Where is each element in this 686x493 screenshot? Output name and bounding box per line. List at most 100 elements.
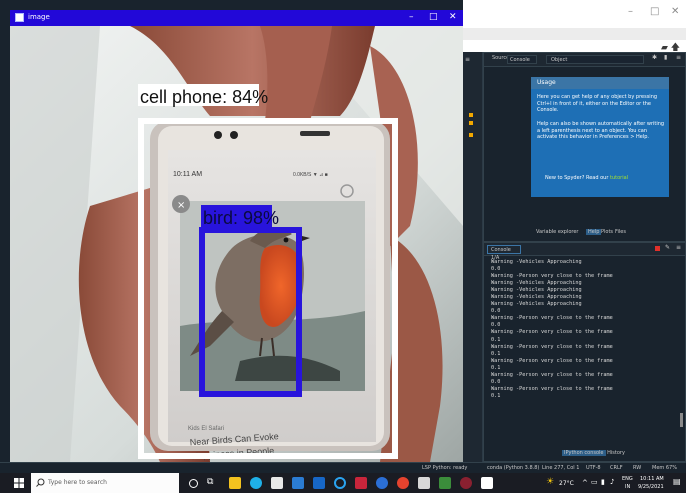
mail-icon[interactable] — [292, 477, 304, 489]
usage-title-bar: Usage — [531, 77, 669, 89]
tab-help[interactable]: Help — [586, 229, 602, 235]
word-icon[interactable] — [313, 477, 325, 489]
file-explorer-icon[interactable] — [229, 477, 241, 489]
object-input[interactable]: Object — [546, 55, 644, 64]
tray-chevron-icon[interactable]: ^ — [582, 479, 588, 487]
store-icon[interactable] — [271, 477, 283, 489]
spyder-status-bar: LSP Python: ready conda (Python 3.8.8) L… — [0, 462, 686, 473]
minimize-button[interactable]: – — [628, 6, 633, 17]
notification-icon[interactable]: ▤ — [673, 477, 681, 486]
warning-marker-icon — [469, 113, 473, 117]
tab-files[interactable]: Files — [615, 229, 626, 235]
tab-plots[interactable]: Plots — [601, 229, 613, 235]
volume-icon[interactable]: ♪ — [610, 478, 614, 486]
console-output[interactable]: Warning -Vehicles Approaching 0.0 Warning … — [491, 259, 671, 400]
maximize-button[interactable]: □ — [429, 12, 438, 22]
console-line: Warning -Vehicles Approaching — [491, 294, 582, 301]
source-dropdown[interactable]: Console — [507, 55, 537, 64]
console-tab[interactable]: Console 1/A — [487, 245, 521, 261]
close-button[interactable]: ✕ — [671, 6, 679, 17]
console-scrollbar[interactable] — [680, 413, 683, 427]
console-line: 0.1 — [491, 392, 501, 399]
console-line: Warning -Vehicles Approaching — [491, 259, 582, 265]
taskbar-search-box[interactable]: Type here to search — [31, 473, 179, 493]
weather-icon[interactable]: ☀ — [546, 477, 554, 487]
firefox-icon[interactable] — [397, 477, 409, 489]
tab-variable-explorer[interactable]: Variable explorer — [536, 229, 578, 235]
lock-icon[interactable]: ▮ — [664, 54, 667, 61]
wrench-icon[interactable]: ✎ — [665, 244, 670, 251]
console-line: Warning -Person very close to the frame — [491, 371, 613, 378]
console-menu-icon[interactable]: ≡ — [676, 244, 681, 251]
pane-menu-icon[interactable]: ≡ — [676, 54, 681, 61]
tutorial-link[interactable]: tutorial — [610, 175, 628, 181]
warning-marker-icon — [469, 133, 473, 137]
phone-time: 10:11 AM — [173, 171, 202, 178]
new-to-spyder-text: New to Spyder? Read our — [545, 175, 609, 181]
pocket-icon[interactable] — [355, 477, 367, 489]
console-pane: Console 1/A ✎ ≡ Warning -Vehicles Approa… — [483, 242, 686, 462]
console-line: 0.0 — [491, 266, 501, 273]
close-button[interactable]: ✕ — [449, 12, 457, 22]
console-line: Warning -Person very close to the frame — [491, 385, 613, 392]
help-header: Source Console Object ✱ ▮ ≡ — [484, 53, 685, 67]
search-placeholder: Type here to search — [48, 479, 107, 486]
camera-image: 10:11 AM 0.0KB/S ▼ ⊿ ■ × Kids El Safari … — [10, 26, 463, 462]
console-line: Warning -Person very close to the frame — [491, 343, 613, 350]
notepad-icon[interactable] — [418, 477, 430, 489]
bird-label: bird: 98% — [203, 208, 279, 228]
network-icon[interactable]: ▭ — [591, 478, 598, 486]
console-line: Warning -Person very close to the frame — [491, 329, 613, 336]
language-indicator[interactable]: ENG — [622, 476, 633, 482]
minimize-button[interactable]: – — [409, 12, 414, 22]
conda-status: conda (Python 3.8.8) — [487, 465, 540, 471]
phone-close-icon: × — [177, 200, 185, 211]
cell-phone-label: cell phone: 84% — [140, 87, 268, 107]
maximize-button[interactable]: □ — [650, 6, 659, 17]
battery-icon[interactable]: ▮ — [601, 478, 605, 486]
app-icon — [15, 13, 24, 22]
clock-time[interactable]: 10:11 AM — [640, 476, 664, 482]
image-window-title-bar: image – □ ✕ — [10, 10, 463, 26]
encoding-status: UTF-8 — [586, 465, 601, 471]
image-window: image – □ ✕ 10:11 AM 0.0KB/S ▼ ⊿ ■ × Kid… — [10, 10, 463, 462]
console-line: Warning -Person very close to the frame — [491, 315, 613, 322]
spyder-toolbar: ▰ 🡅 — [463, 40, 686, 53]
console-line: Warning -Vehicles Approaching — [491, 301, 582, 308]
cortana-ring-icon[interactable] — [334, 477, 346, 489]
eol-status: CRLF — [610, 465, 623, 471]
pin-icon[interactable]: ✱ — [652, 54, 657, 61]
usage-paragraph-2: Help can also be shown automatically aft… — [537, 121, 665, 140]
edge-icon[interactable] — [250, 477, 262, 489]
console-line: 0.1 — [491, 364, 501, 371]
spyder-icon[interactable] — [460, 477, 472, 489]
tab-ipython-console[interactable]: IPython console — [562, 450, 606, 456]
region-indicator: IN — [625, 484, 631, 490]
temperature: 27°C — [559, 480, 574, 487]
console-line: Warning -Person very close to the frame — [491, 273, 613, 280]
cursor-position: Line 277, Col 1 — [542, 465, 580, 471]
camera-frame: 10:11 AM 0.0KB/S ▼ ⊿ ■ × Kids El Safari … — [10, 26, 463, 462]
phone-status: 0.0KB/S ▼ ⊿ ■ — [293, 172, 328, 178]
windows-taskbar: Type here to search ⧉ ☀ 27°C ^ ▭ ▮ ♪ ENG… — [0, 473, 686, 493]
help-usage-card: Usage Here you can get help of any objec… — [531, 77, 669, 197]
windows-start-icon[interactable] — [14, 478, 24, 488]
console-header: Console 1/A ✎ ≡ — [484, 243, 685, 261]
object-label: Object — [551, 57, 568, 63]
chrome-icon[interactable] — [376, 477, 388, 489]
rw-status: RW — [633, 465, 642, 471]
sheets-icon[interactable] — [439, 477, 451, 489]
cortana-icon[interactable] — [189, 479, 198, 488]
lsp-status: LSP Python: ready — [422, 465, 468, 471]
spyder-menu-bar — [463, 28, 686, 40]
console-line: Warning -Vehicles Approaching — [491, 287, 582, 294]
stop-icon[interactable] — [655, 246, 660, 251]
tab-history[interactable]: History — [607, 450, 625, 456]
document-icon[interactable] — [481, 477, 493, 489]
clock-date[interactable]: 9/25/2021 — [638, 484, 664, 490]
editor-menu-icon[interactable]: ≡ — [465, 56, 470, 63]
task-view-icon[interactable]: ⧉ — [207, 477, 219, 489]
memory-status: Mem 67% — [652, 465, 677, 471]
editor-gutter: ≡ — [463, 52, 483, 462]
usage-title: Usage — [537, 79, 556, 86]
